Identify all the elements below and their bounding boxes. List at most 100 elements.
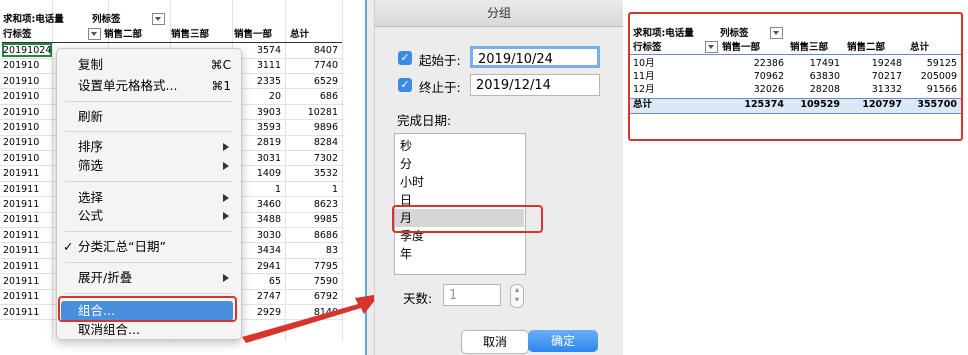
column-filter-dropdown[interactable] bbox=[770, 27, 783, 39]
column-filter-dropdown[interactable] bbox=[152, 13, 165, 25]
table-cell[interactable]: 3030 bbox=[238, 229, 281, 242]
table-cell[interactable]: 3460 bbox=[238, 198, 281, 211]
table-cell[interactable]: 3593 bbox=[238, 121, 281, 134]
group-by-listbox[interactable]: 秒 分 小时 日 月 季度 年 bbox=[394, 133, 526, 275]
menu-item-copy[interactable]: 复制 ⌘C bbox=[57, 55, 241, 75]
date-cell[interactable]: 201911 bbox=[3, 213, 51, 226]
table-cell[interactable]: 9896 bbox=[283, 121, 338, 134]
table-cell: 125374 bbox=[744, 99, 784, 110]
date-cell[interactable]: 20191024 bbox=[3, 44, 51, 57]
table-cell[interactable]: 9985 bbox=[283, 213, 338, 226]
menu-separator bbox=[65, 131, 233, 132]
end-date-input[interactable]: 2019/12/14 bbox=[470, 74, 600, 96]
menu-item-formula[interactable]: 公式 bbox=[57, 206, 241, 226]
table-cell: 91566 bbox=[926, 84, 957, 95]
submenu-arrow-icon bbox=[223, 162, 229, 170]
days-stepper[interactable]: ▴ ▾ bbox=[510, 284, 524, 308]
list-item[interactable]: 年 bbox=[395, 245, 524, 263]
cancel-button[interactable]: 取消 bbox=[461, 330, 529, 354]
table-cell[interactable]: 2819 bbox=[238, 136, 281, 149]
row-label: 10月 bbox=[633, 58, 655, 69]
days-input[interactable]: 1 bbox=[443, 284, 501, 306]
column-header: 销售二部 bbox=[104, 29, 143, 40]
date-cell[interactable]: 201910 bbox=[3, 121, 51, 134]
date-cell[interactable]: 201911 bbox=[3, 183, 51, 196]
table-cell[interactable]: 8623 bbox=[283, 198, 338, 211]
column-header: 销售三部 bbox=[171, 29, 210, 40]
date-cell[interactable]: 201911 bbox=[3, 290, 51, 303]
table-cell[interactable]: 7590 bbox=[283, 275, 338, 288]
date-cell[interactable]: 201911 bbox=[3, 244, 51, 257]
menu-item-filter[interactable]: 筛选 bbox=[57, 156, 241, 176]
start-label: 起始于: bbox=[419, 53, 461, 68]
date-cell[interactable]: 201910 bbox=[3, 90, 51, 103]
annotation-arrow-icon bbox=[242, 294, 380, 343]
menu-item-sort[interactable]: 排序 bbox=[57, 137, 241, 157]
column-header: 销售三部 bbox=[790, 42, 829, 53]
list-item[interactable]: 秒 bbox=[395, 137, 524, 155]
date-cell[interactable]: 201911 bbox=[3, 275, 51, 288]
table-cell[interactable]: 3434 bbox=[238, 244, 281, 257]
date-cell[interactable]: 201910 bbox=[3, 106, 51, 119]
table-cell[interactable]: 2335 bbox=[238, 75, 281, 88]
menu-item-subtotal[interactable]: ✓ 分类汇总“日期” bbox=[57, 237, 241, 257]
list-item[interactable]: 分 bbox=[395, 155, 524, 173]
table-cell[interactable]: 3574 bbox=[238, 44, 281, 57]
menu-item-format-cells[interactable]: 设置单元格格式... ⌘1 bbox=[57, 76, 241, 96]
menu-item-refresh[interactable]: 刷新 bbox=[57, 107, 241, 127]
menu-item-label: 公式 bbox=[78, 208, 104, 223]
table-cell[interactable]: 6529 bbox=[283, 75, 338, 88]
date-cell[interactable]: 201911 bbox=[3, 260, 51, 273]
date-cell[interactable]: 201911 bbox=[3, 229, 51, 242]
table-cell[interactable]: 7302 bbox=[283, 152, 338, 165]
pivot-value-label: 求和项:电话量 bbox=[3, 14, 64, 25]
row-filter-dropdown[interactable] bbox=[88, 28, 101, 40]
table-cell[interactable]: 8686 bbox=[283, 229, 338, 242]
column-gridline bbox=[52, 0, 53, 341]
end-checkbox[interactable]: ✓ bbox=[398, 78, 412, 92]
list-item-label: 分 bbox=[400, 157, 413, 171]
table-cell[interactable]: 686 bbox=[283, 90, 338, 103]
menu-separator bbox=[65, 181, 233, 182]
table-cell[interactable]: 1 bbox=[238, 183, 281, 196]
table-cell: 59125 bbox=[926, 58, 957, 69]
table-cell[interactable]: 1 bbox=[283, 183, 338, 196]
date-cell[interactable]: 201910 bbox=[3, 59, 51, 72]
row-labels-header: 行标签 bbox=[633, 42, 662, 53]
group-dialog: 分组 ✓ 起始于: 2019/10/24 ✓ 终止于: 2019/12/14 完… bbox=[374, 0, 624, 355]
menu-item-ungroup[interactable]: 取消组合... bbox=[57, 320, 241, 340]
menu-item-select[interactable]: 选择 bbox=[57, 188, 241, 208]
list-item[interactable]: 小时 bbox=[395, 173, 524, 191]
table-cell[interactable]: 7740 bbox=[283, 59, 338, 72]
start-date-input[interactable]: 2019/10/24 bbox=[470, 46, 600, 68]
days-label: 天数: bbox=[403, 291, 433, 306]
table-cell[interactable]: 65 bbox=[238, 275, 281, 288]
start-checkbox[interactable]: ✓ bbox=[398, 51, 412, 65]
date-cell[interactable]: 201911 bbox=[3, 306, 51, 319]
table-cell[interactable]: 7795 bbox=[283, 260, 338, 273]
table-cell[interactable]: 3111 bbox=[238, 59, 281, 72]
menu-item-expand-collapse[interactable]: 展开/折叠 bbox=[57, 268, 241, 288]
ok-button[interactable]: 确定 bbox=[528, 330, 598, 352]
date-cell[interactable]: 201910 bbox=[3, 136, 51, 149]
column-labels-header: 列标签 bbox=[720, 28, 749, 39]
table-cell[interactable]: 3903 bbox=[238, 106, 281, 119]
table-cell[interactable]: 20 bbox=[238, 90, 281, 103]
table-cell[interactable]: 10281 bbox=[283, 106, 338, 119]
table-cell: 22386 bbox=[753, 58, 784, 69]
table-cell[interactable]: 1409 bbox=[238, 167, 281, 180]
table-cell[interactable]: 8407 bbox=[283, 44, 338, 57]
table-cell: 31332 bbox=[871, 84, 902, 95]
table-cell[interactable]: 3532 bbox=[283, 167, 338, 180]
table-cell[interactable]: 3488 bbox=[238, 213, 281, 226]
date-cell[interactable]: 201910 bbox=[3, 152, 51, 165]
date-cell[interactable]: 201911 bbox=[3, 198, 51, 211]
table-cell[interactable]: 2941 bbox=[238, 260, 281, 273]
end-label: 终止于: bbox=[419, 80, 461, 95]
table-cell[interactable]: 3031 bbox=[238, 152, 281, 165]
table-cell[interactable]: 8284 bbox=[283, 136, 338, 149]
date-cell[interactable]: 201910 bbox=[3, 75, 51, 88]
date-cell[interactable]: 201911 bbox=[3, 167, 51, 180]
table-cell[interactable]: 83 bbox=[283, 244, 338, 257]
row-filter-dropdown[interactable] bbox=[705, 41, 718, 53]
